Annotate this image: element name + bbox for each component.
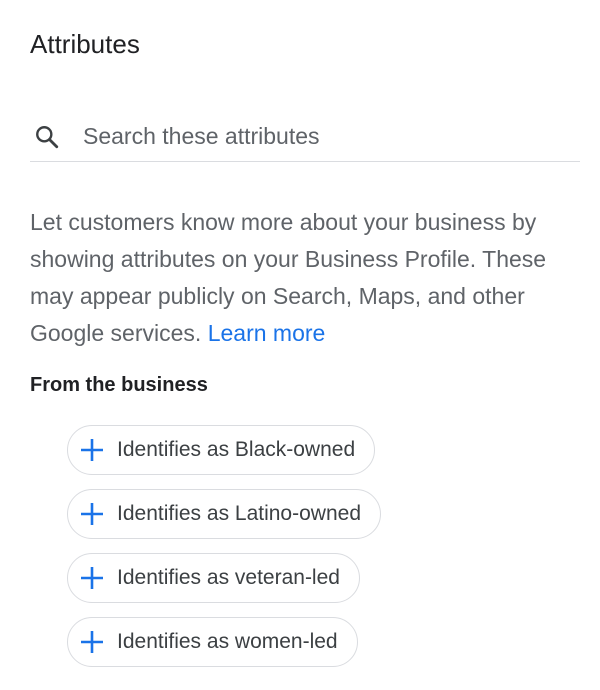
attributes-description: Let customers know more about your busin… (30, 204, 586, 352)
search-icon[interactable] (32, 122, 62, 152)
attribute-chip-list: Identifies as Black-owned Identifies as … (67, 425, 381, 667)
chip-label: Identifies as veteran-led (117, 566, 340, 589)
attribute-chip-women-led[interactable]: Identifies as women-led (67, 617, 358, 667)
plus-icon (78, 436, 106, 464)
section-heading: From the business (30, 374, 208, 396)
chip-label: Identifies as Black-owned (117, 438, 356, 461)
plus-icon (78, 628, 106, 656)
search-bar[interactable] (30, 116, 580, 162)
plus-icon (78, 500, 106, 528)
learn-more-link[interactable]: Learn more (208, 320, 326, 346)
search-input[interactable] (83, 120, 563, 153)
chip-label: Identifies as Latino-owned (117, 502, 361, 525)
attribute-chip-veteran-led[interactable]: Identifies as veteran-led (67, 553, 360, 603)
page-title: Attributes (30, 29, 140, 59)
chip-label: Identifies as women-led (117, 630, 338, 653)
plus-icon (78, 564, 106, 592)
attribute-chip-latino-owned[interactable]: Identifies as Latino-owned (67, 489, 381, 539)
attribute-chip-black-owned[interactable]: Identifies as Black-owned (67, 425, 376, 475)
